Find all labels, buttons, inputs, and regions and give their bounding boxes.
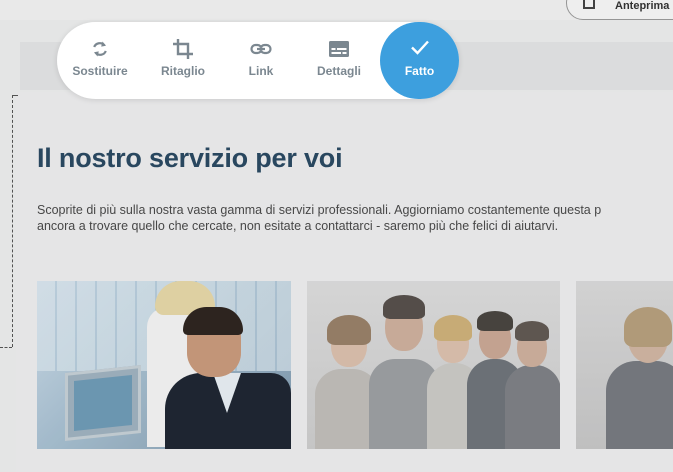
link-label: Link — [248, 64, 274, 78]
link-button[interactable]: Link — [222, 22, 300, 99]
done-label: Fatto — [404, 64, 435, 78]
done-button[interactable]: Fatto — [380, 22, 459, 99]
checkmark-icon — [409, 37, 431, 57]
crop-button[interactable]: Ritaglio — [144, 22, 222, 99]
replace-button[interactable]: Sostituire — [61, 22, 139, 99]
link-icon — [250, 39, 272, 59]
crop-label: Ritaglio — [161, 64, 205, 78]
image-toolbar: Sostituire Ritaglio Link Dettagli Fatto — [57, 22, 459, 99]
refresh-icon — [89, 39, 111, 59]
crop-icon — [172, 39, 194, 59]
replace-label: Sostituire — [72, 64, 128, 78]
details-button[interactable]: Dettagli — [300, 22, 378, 99]
details-icon — [328, 39, 350, 59]
details-label: Dettagli — [316, 64, 361, 78]
